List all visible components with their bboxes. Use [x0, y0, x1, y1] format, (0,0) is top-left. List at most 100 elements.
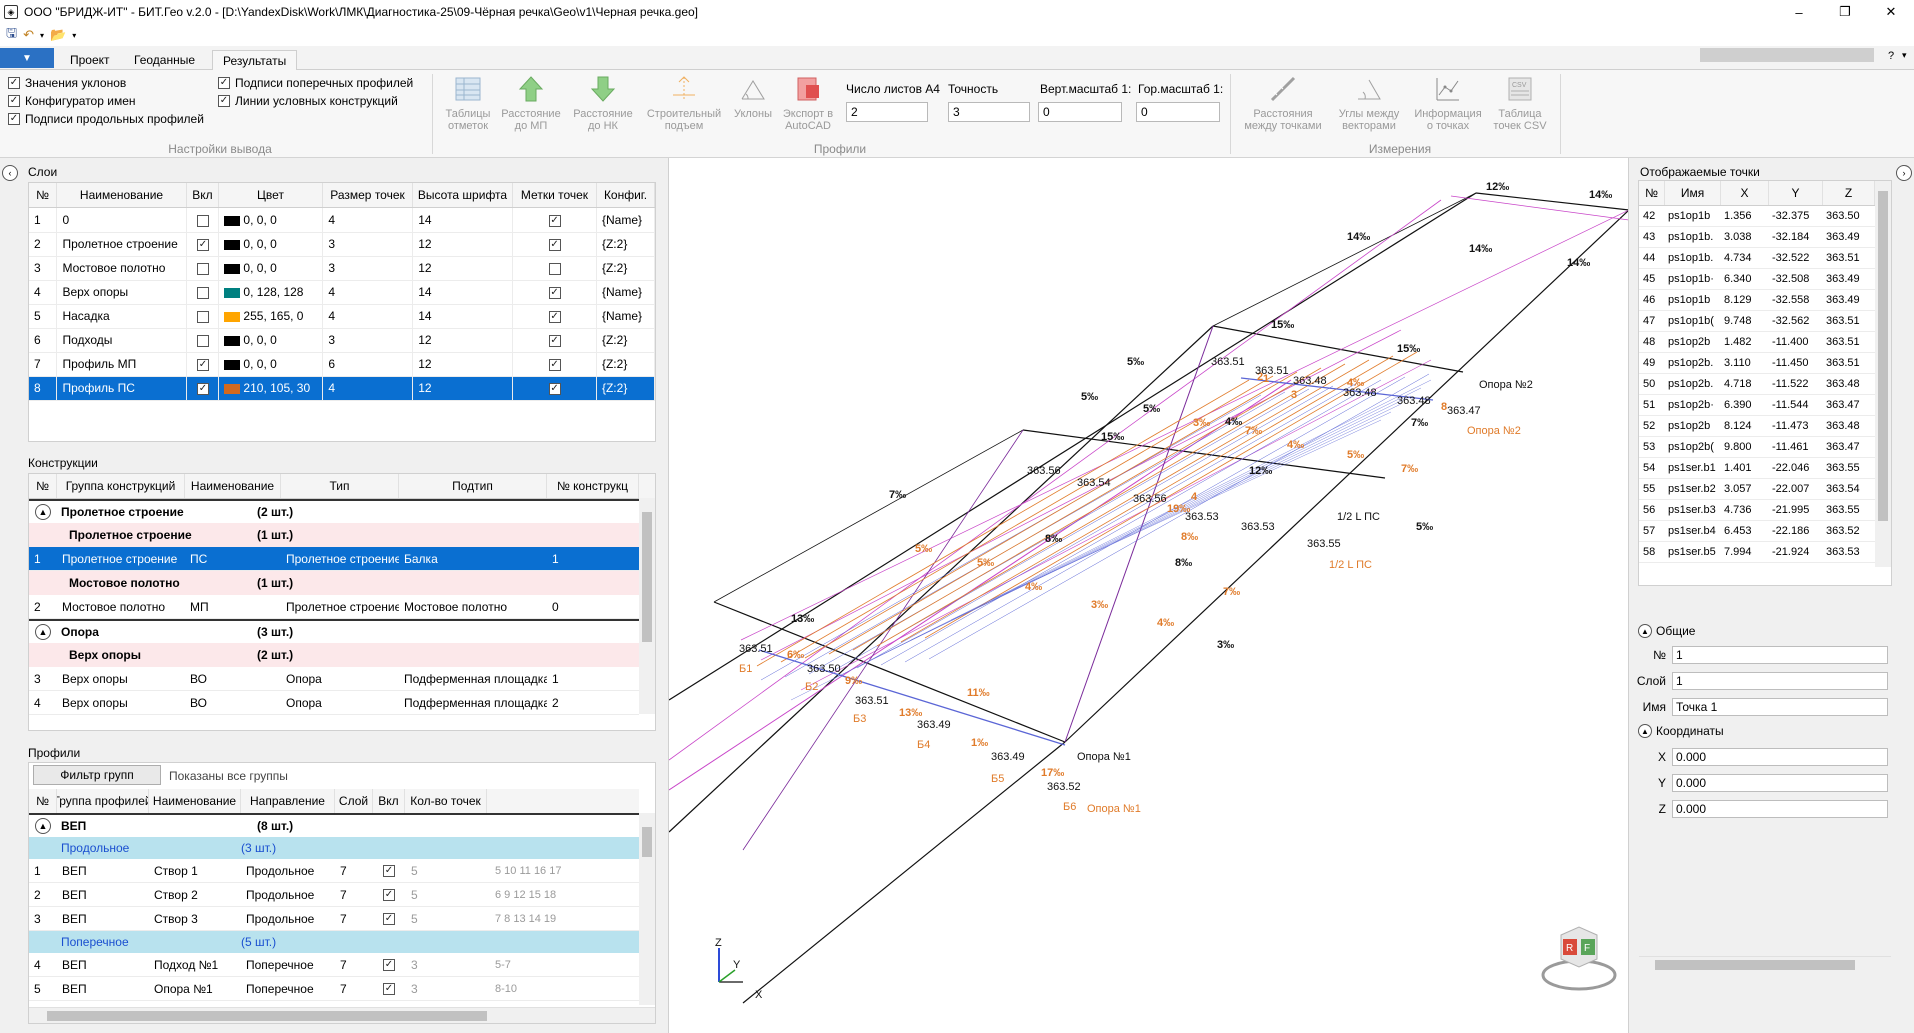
cell[interactable]: 0, 0, 0 [218, 232, 324, 257]
prop-y-field[interactable]: 0.000 [1672, 774, 1888, 792]
subgroup-row[interactable]: Продольное (3 шт.) [29, 837, 639, 859]
cell[interactable]: ✓ [186, 232, 220, 257]
checkbox[interactable]: ✓ [196, 382, 209, 395]
checkbox[interactable]: ✓ [383, 958, 395, 971]
coords-section-header[interactable]: ▲ Координаты [1638, 724, 1724, 738]
constructions-vscrollbar[interactable] [639, 498, 655, 714]
checkbox[interactable]: ✓ [548, 238, 561, 251]
point-row[interactable]: 43 ps1op1b. 3.038 -32.184 363.49 [1639, 227, 1875, 248]
point-row[interactable]: 44 ps1op1b. 4.734 -32.522 363.51 [1639, 248, 1875, 269]
col-header[interactable]: Размер точек [323, 183, 413, 207]
distance-to-nk-button[interactable]: Расстояние до НК [570, 74, 636, 132]
profile-row[interactable]: 1 ВЕП Створ 1 Продольное 7 ✓ 5 5 10 11 1… [29, 859, 639, 883]
layer-row[interactable]: 7 Профиль МП ✓ 0, 0, 0 6 12 ✓ {Z:2} [29, 352, 656, 377]
profiles-vscrollbar[interactable] [639, 813, 655, 1005]
checkbox[interactable]: ✓ [383, 864, 395, 877]
col-header[interactable]: Высота шрифта [413, 183, 513, 207]
check-longitudinal-labels[interactable]: ✓ Подписи продольных профилей [8, 112, 204, 126]
cell[interactable] [186, 256, 220, 281]
point-row[interactable]: 51 ps1op2b· 6.390 -11.544 363.47 [1639, 395, 1875, 416]
export-autocad-button[interactable]: Экспорт в AutoCAD [780, 74, 836, 132]
checkbox[interactable]: ✓ [383, 912, 395, 925]
prop-layer-field[interactable]: 1 [1672, 672, 1888, 690]
checkbox[interactable] [196, 310, 209, 323]
cell[interactable]: ✓ [186, 352, 220, 377]
checkbox[interactable] [196, 286, 209, 299]
construction-row[interactable]: 2 Мостовое полотно МП Пролетное строение… [29, 595, 639, 619]
bridge-3d-drawing[interactable]: 12‰14‰14‰14‰14‰5‰15‰15‰5‰3‰7‰4‰5‰7‰15‰12… [669, 158, 1629, 1033]
checkbox[interactable]: ✓ [548, 382, 561, 395]
check-conventional-lines[interactable]: ✓ Линии условных конструкций [218, 94, 413, 108]
cell[interactable]: 0, 0, 0 [218, 352, 324, 377]
profile-row[interactable]: 5 ВЕП Опора №1 Поперечное 7 ✓ 3 8-10 [29, 977, 639, 1001]
subgroup-row[interactable]: Мостовое полотно (1 шт.) [29, 571, 639, 595]
angles-between-vectors-button[interactable]: Углы между векторами [1330, 74, 1408, 132]
col-header[interactable]: Слой [335, 789, 373, 813]
layer-row[interactable]: 4 Верх опоры 0, 128, 128 4 14 ✓ {Name} [29, 280, 656, 305]
camber-button[interactable]: Строительный подъем [644, 74, 724, 132]
point-row[interactable]: 49 ps1op2b. 3.110 -11.450 363.51 [1639, 353, 1875, 374]
cell[interactable] [186, 328, 220, 353]
undo-icon[interactable]: ↶ [23, 27, 34, 43]
checkbox[interactable]: ✓ [196, 238, 209, 251]
points-info-button[interactable]: Информация о точках [1408, 74, 1488, 132]
point-row[interactable]: 50 ps1op2b. 4.718 -11.522 363.48 [1639, 374, 1875, 395]
point-row[interactable]: 59ps1ser.b69.729-21.947363.54 [1639, 563, 1875, 568]
tab-geodata[interactable]: Геоданные [124, 50, 205, 70]
cell[interactable]: ✓ [512, 328, 597, 353]
col-header[interactable]: Вкл [373, 789, 405, 813]
layer-row[interactable]: 2 Пролетное строение ✓ 0, 0, 0 3 12 ✓ {Z:2} [29, 232, 656, 257]
cell[interactable]: ✓ [512, 280, 597, 305]
col-header[interactable]: Наименование [185, 474, 281, 498]
cell[interactable]: 0, 0, 0 [218, 208, 324, 233]
col-header[interactable]: Кол-во точек [405, 789, 487, 813]
profile-row[interactable]: 4 ВЕП Подход №1 Поперечное 7 ✓ 3 5-7 [29, 953, 639, 977]
open-folder-icon[interactable]: 📂 [50, 27, 66, 43]
cell[interactable]: 210, 105, 30 [218, 376, 324, 401]
cell[interactable]: 255, 165, 0 [218, 304, 324, 329]
point-row[interactable]: 55 ps1ser.b2 3.057 -22.007 363.54 [1639, 479, 1875, 500]
prop-z-field[interactable]: 0.000 [1672, 800, 1888, 818]
ribbon-options-icon[interactable]: ▾ [1902, 50, 1907, 61]
col-header[interactable]: Метки точек [513, 183, 597, 207]
cell[interactable]: ✓ [186, 376, 220, 401]
vert-scale-input[interactable]: 0 [1038, 102, 1122, 122]
point-row[interactable]: 54 ps1ser.b1 1.401 -22.046 363.55 [1639, 458, 1875, 479]
check-name-configurator[interactable]: ✓ Конфигуратор имен [8, 94, 204, 108]
collapse-icon[interactable]: ▲ [1638, 724, 1652, 738]
profiles-hscrollbar[interactable] [29, 1007, 655, 1023]
checkbox[interactable] [196, 214, 209, 227]
tab-project[interactable]: Проект [60, 50, 120, 70]
checkbox[interactable]: ✓ [8, 77, 20, 89]
csv-table-button[interactable]: CSV Таблица точек CSV [1488, 74, 1552, 132]
checkbox[interactable]: ✓ [548, 214, 561, 227]
layer-row[interactable]: 6 Подходы 0, 0, 0 3 12 ✓ {Z:2} [29, 328, 656, 353]
checkbox[interactable]: ✓ [218, 77, 230, 89]
tab-results[interactable]: Результаты [212, 50, 298, 71]
check-slope-values[interactable]: ✓ Значения уклонов [8, 76, 204, 90]
col-header[interactable]: Конфиг. [597, 183, 655, 207]
app-menu-button[interactable]: ▼ [0, 48, 54, 68]
subgroup-row[interactable]: Верх опоры (2 шт.) [29, 643, 639, 667]
col-header[interactable]: Y [1769, 181, 1823, 205]
general-section-header[interactable]: ▲ Общие [1638, 624, 1695, 638]
hor-scale-input[interactable]: 0 [1136, 102, 1220, 122]
point-row[interactable]: 45 ps1op1b· 6.340 -32.508 363.49 [1639, 269, 1875, 290]
navigation-cube-icon[interactable] [1541, 926, 1617, 991]
distance-between-points-button[interactable]: Расстояния между точками [1240, 74, 1326, 132]
col-header[interactable]: № [29, 474, 57, 498]
points-hscrollbar[interactable] [1639, 956, 1891, 972]
cell[interactable] [512, 256, 597, 281]
point-row[interactable]: 42 ps1op1b 1.356 -32.375 363.50 [1639, 206, 1875, 227]
construction-row[interactable]: 3 Верх опоры ВО Опора Подферменная площа… [29, 667, 639, 691]
cell[interactable] [186, 208, 220, 233]
group-row[interactable]: ▲ Опора (3 шт.) [29, 619, 639, 643]
restore-button[interactable]: ❐ [1822, 0, 1868, 24]
prop-name-field[interactable]: Точка 1 [1672, 698, 1888, 716]
sheets-input[interactable]: 2 [846, 102, 928, 122]
group-row[interactable]: ▲ ВЕП (8 шт.) [29, 813, 639, 837]
col-header[interactable]: № [29, 789, 57, 813]
profile-row[interactable]: 3 ВЕП Створ 3 Продольное 7 ✓ 5 7 8 13 14… [29, 907, 639, 931]
point-row[interactable]: 48 ps1op2b 1.482 -11.400 363.51 [1639, 332, 1875, 353]
group-filter-button[interactable]: Фильтр групп [33, 765, 161, 785]
